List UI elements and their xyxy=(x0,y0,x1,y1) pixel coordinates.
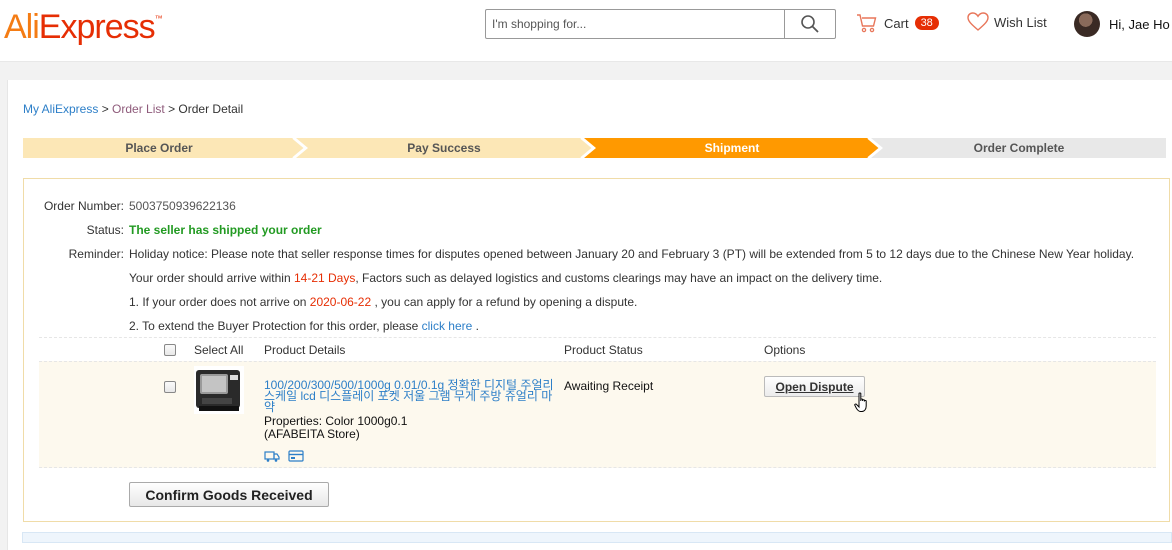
select-all-label: Select All xyxy=(194,343,244,357)
product-title-link[interactable]: 100/200/300/500/1000g 0.01/0.1g 정확한 디지털 … xyxy=(264,379,554,413)
table-row: 100/200/300/500/1000g 0.01/0.1g 정확한 디지털 … xyxy=(39,361,1156,468)
step-pay-success: Pay Success xyxy=(407,141,481,155)
product-status: Awaiting Receipt xyxy=(564,379,654,393)
col-options: Options xyxy=(764,343,806,357)
confirm-goods-received-button[interactable]: Confirm Goods Received xyxy=(129,482,329,507)
col-product-details: Product Details xyxy=(264,343,346,357)
breadcrumb: My AliExpress > Order List > Order Detai… xyxy=(23,102,244,116)
product-table: Select All Product Details Product Statu… xyxy=(39,337,1156,470)
cart-icon xyxy=(857,14,877,33)
arrival-days: 14-21 Days xyxy=(293,271,356,285)
wishlist-link[interactable]: Wish List xyxy=(967,12,1047,32)
order-status: The seller has shipped your order xyxy=(129,223,322,237)
order-detail-page: My AliExpress > Order List > Order Detai… xyxy=(7,80,1172,550)
cart-link[interactable]: Cart 38 xyxy=(856,12,939,34)
hand-cursor-icon xyxy=(854,392,867,412)
breadcrumb-current: Order Detail xyxy=(178,102,244,116)
avatar xyxy=(1074,11,1100,37)
product-checkbox[interactable] xyxy=(164,381,176,393)
next-section-strip xyxy=(22,532,1172,543)
product-properties: Properties: Color 1000g0.1 (AFABEITA Sto… xyxy=(264,414,408,441)
cart-count-badge: 38 xyxy=(914,16,939,30)
user-greeting: Hi, Jae Ho xyxy=(1109,16,1170,32)
search-box xyxy=(485,9,836,39)
product-table-header: Select All Product Details Product Statu… xyxy=(39,337,1156,361)
step-order-complete: Order Complete xyxy=(973,141,1065,155)
order-progress: Place Order Pay Success Shipment Order C… xyxy=(23,138,1166,158)
wishlist-label: Wish List xyxy=(994,14,1047,30)
user-menu[interactable]: Hi, Jae Ho xyxy=(1074,11,1170,37)
order-info-box: Order Number: 5003750939622136 Status: T… xyxy=(23,178,1170,522)
search-button[interactable] xyxy=(784,10,835,38)
step-shipment: Shipment xyxy=(704,141,760,155)
top-header: AliExpress™ Cart 38 Wish List Hi, Jae Ho xyxy=(0,0,1172,62)
search-input[interactable] xyxy=(486,10,784,38)
order-number: 5003750939622136 xyxy=(129,199,236,213)
shipping-icon[interactable] xyxy=(264,449,280,463)
select-all-checkbox[interactable] xyxy=(164,344,176,356)
open-dispute-button[interactable]: Open Dispute xyxy=(764,376,865,397)
search-icon xyxy=(801,15,819,33)
store-name: (AFABEITA Store) xyxy=(264,427,360,441)
extend-protection-link[interactable]: click here xyxy=(422,319,473,333)
breadcrumb-my-aliexpress[interactable]: My AliExpress xyxy=(23,102,98,116)
step-place-order: Place Order xyxy=(125,141,193,155)
payment-card-icon[interactable] xyxy=(288,449,304,463)
product-thumbnail[interactable] xyxy=(194,366,244,414)
product-mini-icons xyxy=(264,449,304,463)
breadcrumb-order-list[interactable]: Order List xyxy=(112,102,165,116)
aliexpress-logo[interactable]: AliExpress™ xyxy=(4,8,163,47)
scale-image xyxy=(196,370,240,411)
refund-date: 2020-06-22 xyxy=(309,295,372,309)
holiday-notice: Holiday notice: Please note that seller … xyxy=(129,247,1135,261)
col-product-status: Product Status xyxy=(564,343,643,357)
heart-icon xyxy=(967,12,989,31)
cart-label: Cart xyxy=(884,15,909,31)
